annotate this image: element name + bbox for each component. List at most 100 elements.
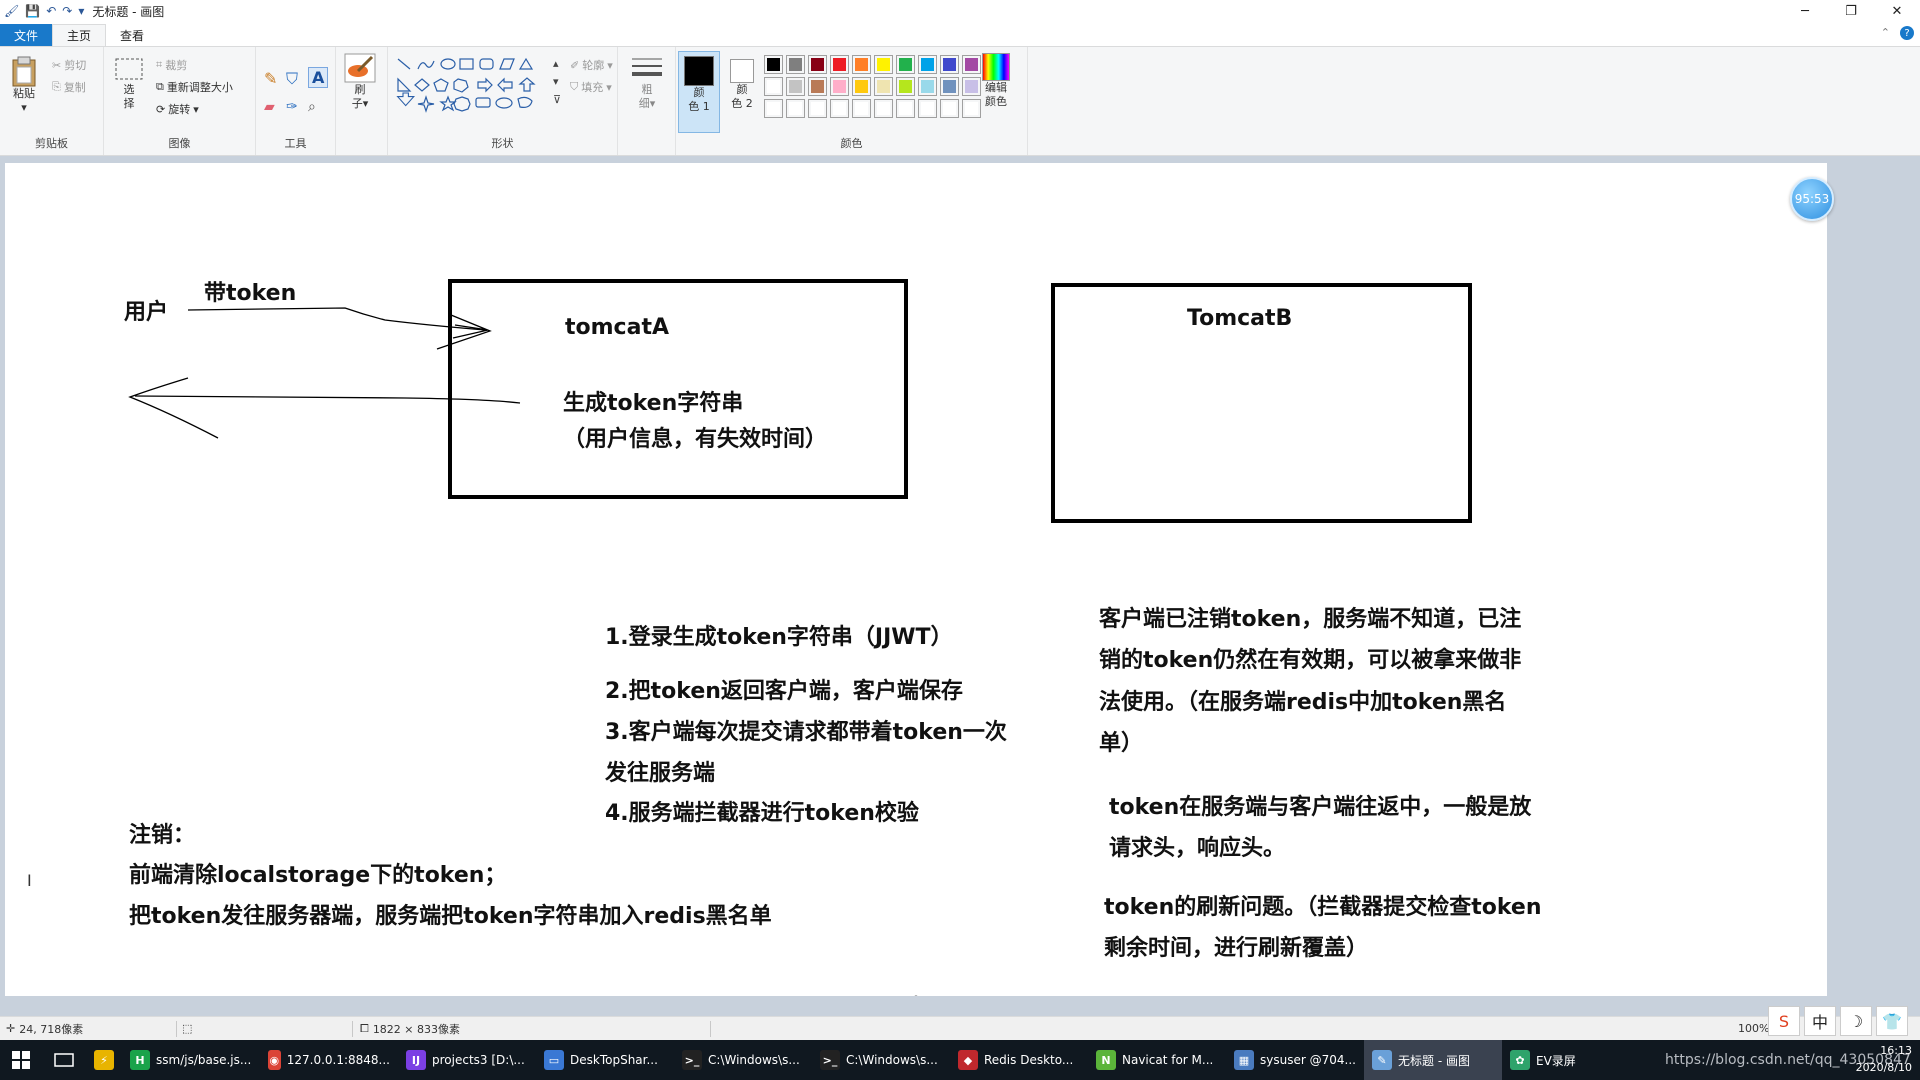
taskbar-item[interactable]: N Navicat for M... bbox=[1088, 1040, 1226, 1080]
palette-swatch[interactable] bbox=[764, 55, 783, 74]
start-button[interactable] bbox=[0, 1040, 42, 1080]
drawing-canvas[interactable]: 用户 带token tomcatA 生成token字符串 （用户信息，有失效时间… bbox=[5, 163, 1827, 996]
tab-file[interactable]: 文件 bbox=[0, 24, 53, 46]
paste-button[interactable]: 粘贴 ▾ bbox=[10, 55, 38, 115]
taskbar-item[interactable]: ✿ EV录屏 bbox=[1502, 1040, 1640, 1080]
palette-swatch[interactable] bbox=[918, 99, 937, 118]
select-button[interactable]: 选 择 bbox=[114, 57, 144, 111]
palette-swatch[interactable] bbox=[764, 99, 783, 118]
size-button[interactable]: 粗 细▾ bbox=[630, 53, 664, 111]
color1-button[interactable]: 颜 色 1 bbox=[678, 51, 720, 133]
redo-icon[interactable]: ↷ bbox=[62, 4, 72, 18]
resize-button[interactable]: ⧉ 重新调整大小 bbox=[156, 79, 233, 95]
palette-swatch[interactable] bbox=[874, 99, 893, 118]
shapes-expand[interactable]: ⊽ bbox=[553, 93, 561, 106]
palette-swatch[interactable] bbox=[918, 77, 937, 96]
crop-button[interactable]: ⌗ 裁剪 bbox=[156, 57, 187, 73]
note3-line-1: token的刷新问题。（拦截器提交检查token bbox=[1104, 895, 1542, 920]
palette-swatch[interactable] bbox=[940, 77, 959, 96]
palette-swatch[interactable] bbox=[808, 55, 827, 74]
close-button[interactable]: ✕ bbox=[1874, 0, 1920, 22]
chinese-mode-icon[interactable]: 中 bbox=[1804, 1006, 1836, 1036]
skin-icon[interactable]: 👕 bbox=[1876, 1006, 1908, 1036]
logout-line-2: 把token发往服务器端，服务端把token字符串加入redis黑名单 bbox=[129, 904, 772, 929]
palette-swatch[interactable] bbox=[830, 99, 849, 118]
color2-swatch bbox=[730, 59, 754, 83]
taskbar-item[interactable]: Hssm/js/base.js... bbox=[122, 1040, 260, 1080]
palette-swatch[interactable] bbox=[808, 77, 827, 96]
note1-line-3: 法使用。（在服务端redis中加token黑名 bbox=[1099, 690, 1507, 715]
palette-swatch[interactable] bbox=[940, 55, 959, 74]
save-icon[interactable]: 💾 bbox=[25, 4, 40, 18]
palette-swatch[interactable] bbox=[830, 55, 849, 74]
palette-swatch[interactable] bbox=[896, 77, 915, 96]
maximize-button[interactable]: ❐ bbox=[1828, 0, 1874, 22]
resize-icon: ⧉ bbox=[156, 80, 164, 93]
outline-button[interactable]: ✐ 轮廓 ▾ bbox=[570, 57, 613, 73]
copy-button[interactable]: ⎘ 复制 bbox=[52, 79, 86, 95]
palette-swatch[interactable] bbox=[830, 77, 849, 96]
color2-button[interactable]: 颜 色 2 bbox=[724, 55, 760, 111]
collapse-ribbon-icon[interactable]: ⌃ bbox=[1881, 26, 1890, 40]
magnifier-icon[interactable]: ⌕ bbox=[308, 99, 316, 115]
tab-view[interactable]: 查看 bbox=[106, 24, 158, 46]
taskbar-item[interactable]: ⚡ bbox=[86, 1040, 122, 1080]
palette-swatch[interactable] bbox=[874, 55, 893, 74]
moon-icon[interactable]: ☽ bbox=[1840, 1006, 1872, 1036]
recording-timer[interactable]: 95:53 bbox=[1790, 177, 1834, 221]
taskbar-item[interactable]: >_ C:\Windows\s... bbox=[674, 1040, 812, 1080]
palette-swatch[interactable] bbox=[940, 99, 959, 118]
palette-swatch[interactable] bbox=[918, 55, 937, 74]
palette-swatch[interactable] bbox=[962, 55, 981, 74]
copy-icon: ⎘ bbox=[52, 80, 61, 93]
step-3-cont: 发往服务端 bbox=[605, 761, 716, 786]
palette-swatch[interactable] bbox=[786, 77, 805, 96]
color-picker-icon[interactable]: ✑ bbox=[286, 99, 298, 115]
pencil-icon[interactable]: ✎ bbox=[264, 69, 277, 88]
taskbar-item-label: sysuser @704... bbox=[1260, 1053, 1356, 1067]
taskbar-item[interactable]: ▭ DeskTopShar... bbox=[536, 1040, 674, 1080]
edit-colors-button[interactable]: 编辑 颜色 bbox=[982, 53, 1010, 109]
palette-swatch[interactable] bbox=[896, 55, 915, 74]
task-view-button[interactable] bbox=[42, 1040, 86, 1080]
palette-swatch[interactable] bbox=[786, 55, 805, 74]
rotate-button[interactable]: ⟳ 旋转 ▾ bbox=[156, 101, 199, 117]
shapes-scroll-down[interactable]: ▾ bbox=[553, 75, 559, 88]
text-tool-icon[interactable]: A bbox=[308, 67, 329, 88]
with-token-label: 带token bbox=[204, 281, 297, 306]
cut-button[interactable]: ✂ 剪切 bbox=[52, 57, 86, 73]
app-icon: ▦ bbox=[1234, 1050, 1254, 1070]
taskbar-item[interactable]: IJ projects3 [D:\... bbox=[398, 1040, 536, 1080]
palette-swatch[interactable] bbox=[786, 99, 805, 118]
taskbar-item[interactable]: ▦ sysuser @704... bbox=[1226, 1040, 1364, 1080]
palette-swatch[interactable] bbox=[852, 55, 871, 74]
sogou-icon[interactable]: S bbox=[1768, 1006, 1800, 1036]
palette-swatch[interactable] bbox=[764, 77, 783, 96]
help-icon[interactable]: ? bbox=[1900, 26, 1914, 40]
undo-icon[interactable]: ↶ bbox=[46, 4, 56, 18]
palette-swatch[interactable] bbox=[896, 99, 915, 118]
app-icon: ▭ bbox=[544, 1050, 564, 1070]
palette-swatch[interactable] bbox=[852, 99, 871, 118]
eraser-icon[interactable]: ▰ bbox=[264, 99, 275, 115]
palette-swatch[interactable] bbox=[962, 99, 981, 118]
palette-swatch[interactable] bbox=[874, 77, 893, 96]
shapes-scroll-up[interactable]: ▴ bbox=[553, 57, 559, 70]
customize-toolbar-icon[interactable]: ▾ bbox=[78, 4, 84, 18]
fill-bucket-icon[interactable]: ⛉ bbox=[286, 69, 298, 89]
tab-home[interactable]: 主页 bbox=[52, 24, 107, 46]
status-bar: ✛ 24, 718像素 ⬚ ⧠ 1822 × 833像素 100% bbox=[0, 1016, 1920, 1040]
minimize-button[interactable]: ─ bbox=[1782, 0, 1828, 22]
fill-button[interactable]: ⛉ 填充 ▾ bbox=[570, 79, 612, 95]
shapes-gallery[interactable] bbox=[396, 57, 546, 117]
palette-swatch[interactable] bbox=[962, 77, 981, 96]
palette-swatch[interactable] bbox=[852, 77, 871, 96]
palette-swatch[interactable] bbox=[808, 99, 827, 118]
taskbar-item[interactable]: ✎ 无标题 - 画图 bbox=[1364, 1040, 1502, 1080]
select-rectangle-icon bbox=[115, 58, 143, 80]
system-clock[interactable]: 16:13 2020/8/10 bbox=[1856, 1042, 1912, 1076]
taskbar-item[interactable]: ◉ 127.0.0.1:8848... bbox=[260, 1040, 398, 1080]
taskbar-item[interactable]: ◆ Redis Deskto... bbox=[950, 1040, 1088, 1080]
brushes-button[interactable]: 刷 子▾ bbox=[344, 53, 376, 111]
taskbar-item[interactable]: >_ C:\Windows\s... bbox=[812, 1040, 950, 1080]
